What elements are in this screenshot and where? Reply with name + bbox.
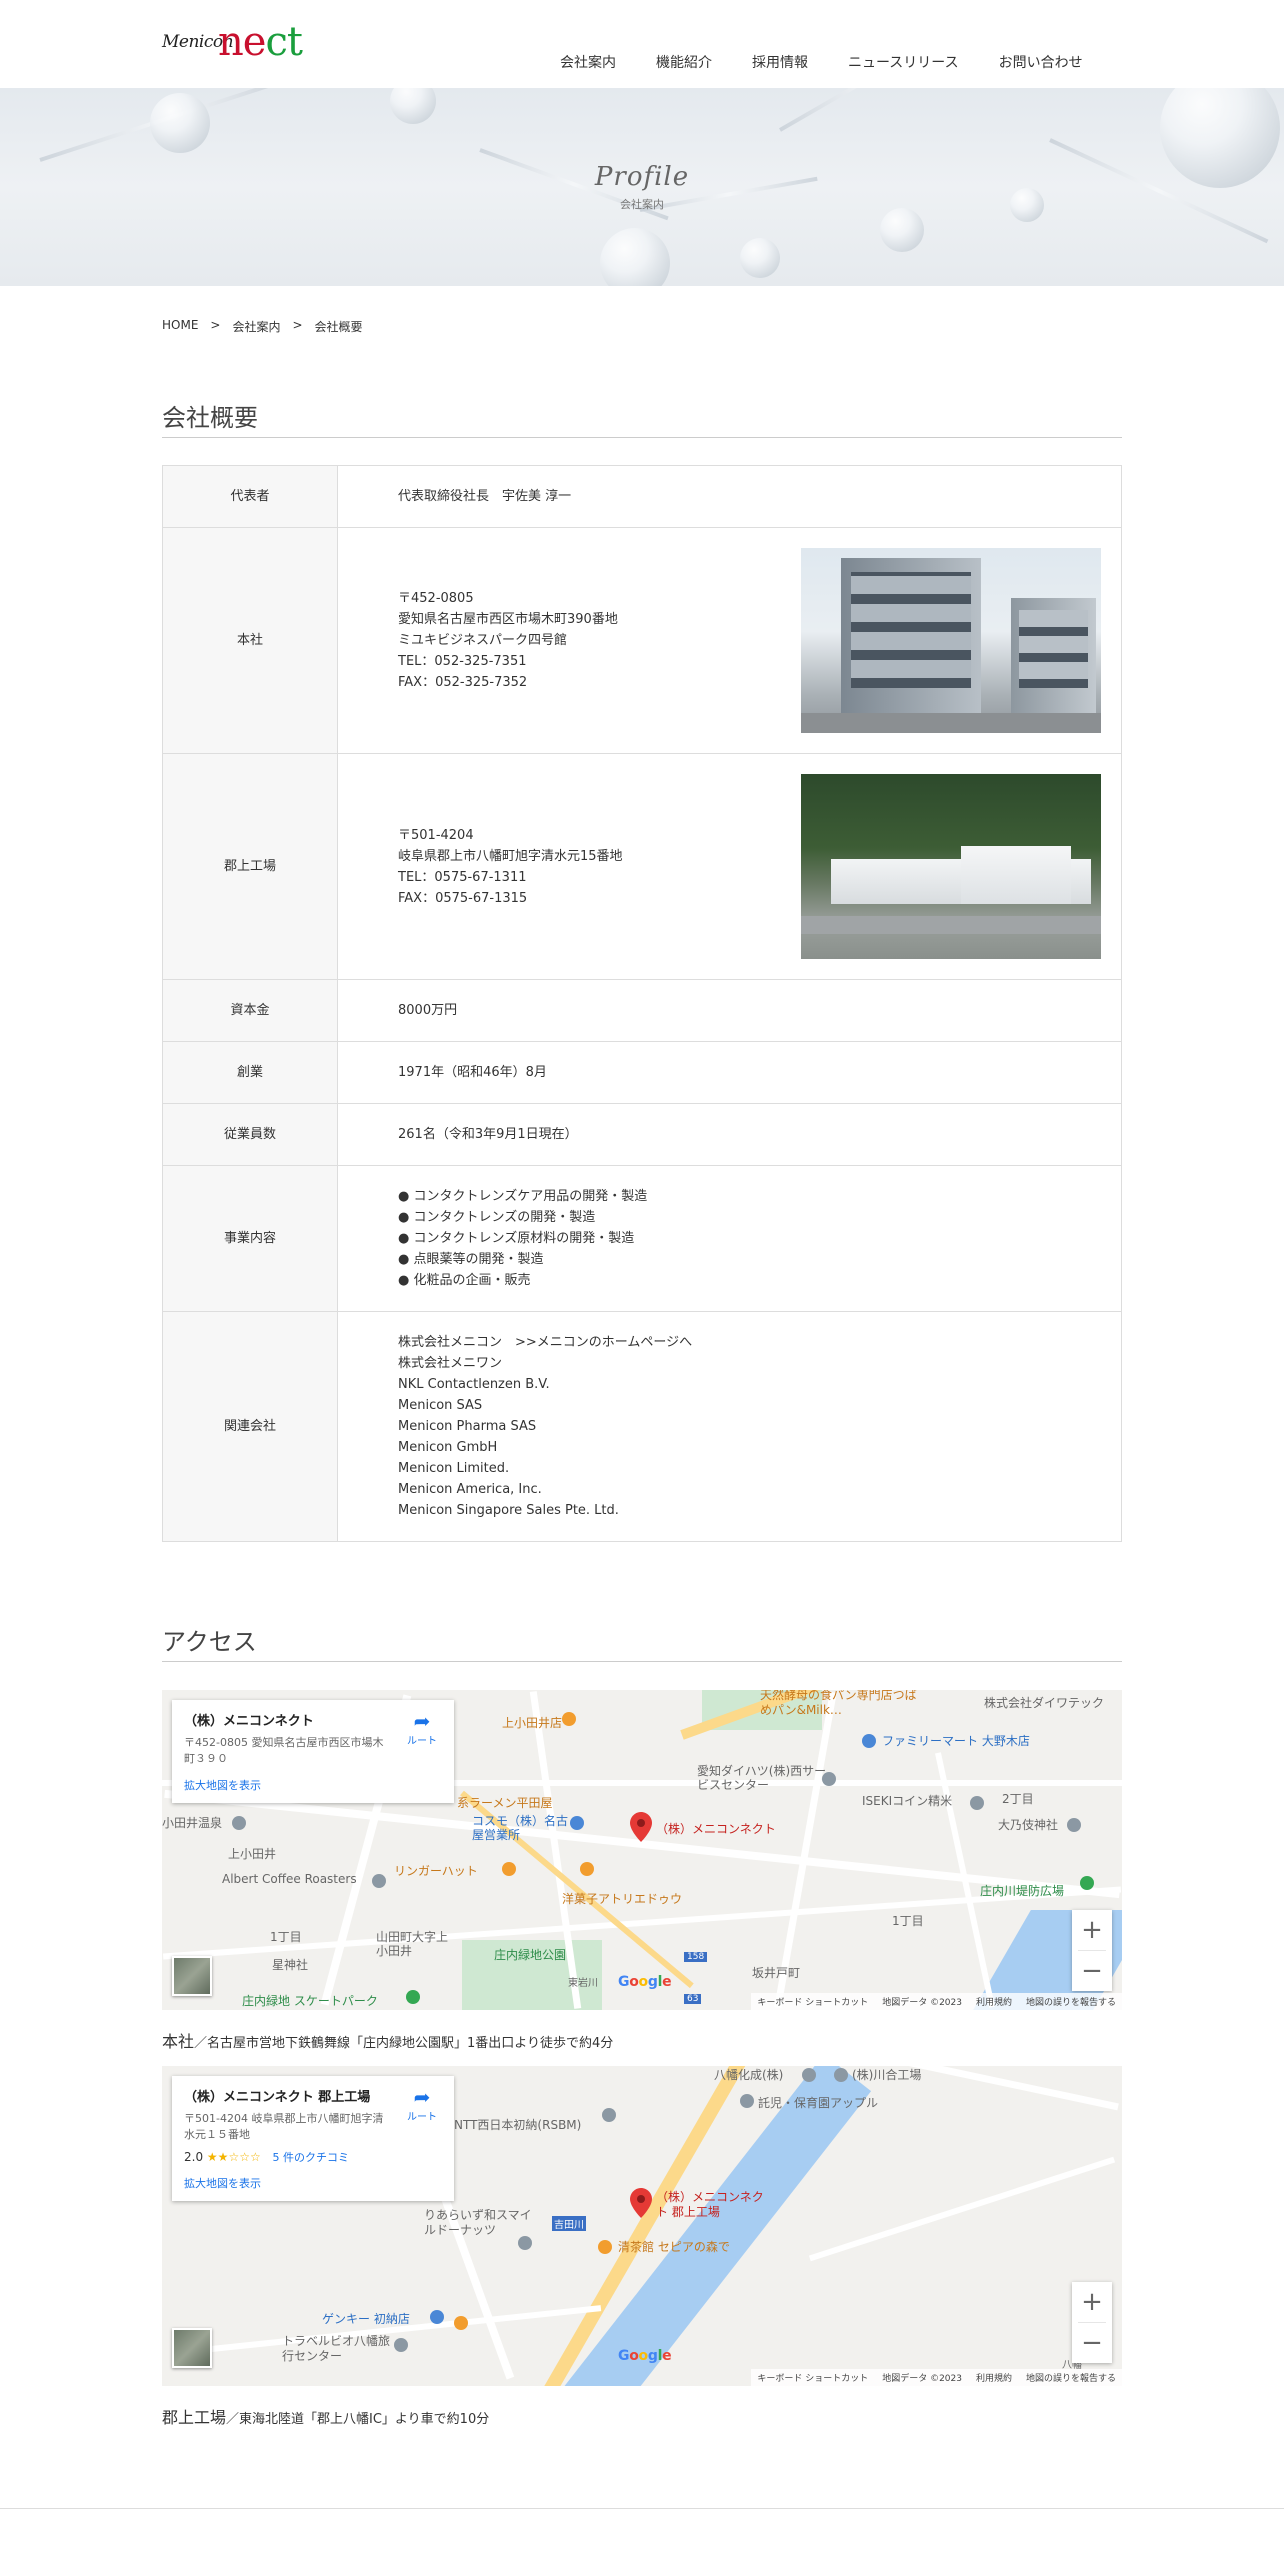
- rating-stars-icon: ★★☆☆☆: [206, 2150, 261, 2164]
- breadcrumb-company[interactable]: 会社案内: [232, 318, 280, 335]
- hero-title: Profile: [594, 162, 690, 192]
- zoom-out-icon[interactable]: −: [1072, 2323, 1112, 2363]
- head-office-photo: [801, 548, 1101, 733]
- keyboard-shortcuts-link[interactable]: キーボード ショートカット: [757, 1995, 868, 2008]
- row-value: 〒452-0805 愛知県名古屋市西区市場木町390番地 ミユキビジネスパーク四…: [337, 527, 1122, 754]
- route-button[interactable]: ➦ ルート: [402, 2086, 442, 2123]
- satellite-toggle-icon[interactable]: [172, 1956, 212, 1996]
- breadcrumb-separator: >: [292, 318, 303, 332]
- row-label: 従業員数: [162, 1103, 338, 1166]
- table-row: 事業内容 ● コンタクトレンズケア用品の開発・製造 ● コンタクトレンズの開発・…: [162, 1165, 1122, 1312]
- nav-company[interactable]: 会社案内: [560, 52, 616, 72]
- logo-nect-text: nect: [218, 19, 303, 65]
- site-header: Menicon nect 会社案内 機能紹介 採用情報 ニュースリリース お問い…: [0, 0, 1284, 88]
- menicon-nect-logo[interactable]: Menicon nect: [162, 22, 372, 74]
- row-label: 郡上工場: [162, 753, 338, 980]
- table-row: 本社 〒452-0805 愛知県名古屋市西区市場木町390番地 ミユキビジネスパ…: [162, 527, 1122, 754]
- reviews-link[interactable]: 5 件のクチコミ: [273, 2151, 350, 2164]
- row-value: 代表取締役社長 宇佐美 淳一: [337, 465, 1122, 528]
- zoom-in-icon[interactable]: +: [1072, 2282, 1112, 2322]
- row-label: 事業内容: [162, 1165, 338, 1312]
- keyboard-shortcuts-link[interactable]: キーボード ショートカット: [757, 2371, 868, 2384]
- map-pin-icon[interactable]: [630, 2188, 652, 2218]
- zoom-out-icon[interactable]: −: [1072, 1951, 1112, 1991]
- map-place-card: （株）メニコンネクト 〒452-0805 愛知県名古屋市西区市場木町３９０ 拡大…: [172, 1700, 454, 1803]
- map-attribution: キーボード ショートカット 地図データ ©2023 利用規約 地図の誤りを報告す…: [751, 2369, 1122, 2386]
- place-address: 〒452-0805 愛知県名古屋市西区市場木町３９０: [184, 1736, 384, 1765]
- row-label: 創業: [162, 1041, 338, 1104]
- nav-recruit[interactable]: 採用情報: [752, 52, 808, 72]
- route-button[interactable]: ➦ ルート: [402, 1710, 442, 1747]
- breadcrumb-separator: >: [210, 318, 221, 332]
- satellite-toggle-icon[interactable]: [172, 2328, 212, 2368]
- gujo-factory-access-caption: 郡上工場／東海北陸道「郡上八幡IC」より車で約10分: [162, 2408, 490, 2427]
- route-icon: ➦: [413, 2085, 431, 2109]
- zoom-in-icon[interactable]: +: [1072, 1910, 1112, 1950]
- view-larger-map-link[interactable]: 拡大地図を表示: [184, 2175, 442, 2191]
- row-label: 関連会社: [162, 1311, 338, 1542]
- place-address: 〒501-4204 岐阜県郡上市八幡町旭字清水元１５番地: [184, 2112, 384, 2141]
- footer-divider: [0, 2508, 1284, 2509]
- gujo-factory-map[interactable]: （株）メニコンネクト 郡上工場 〒501-4204 岐阜県郡上市八幡町旭字清水元…: [162, 2066, 1122, 2386]
- pin-label: （株）メニコンネクト 郡上工場: [656, 2190, 764, 2219]
- view-larger-map-link[interactable]: 拡大地図を表示: [184, 1777, 442, 1793]
- profile-heading: 会社概要: [162, 398, 1122, 438]
- pin-label: （株）メニコンネクト: [656, 1822, 776, 1836]
- table-row: 従業員数 261名（令和3年9月1日現在）: [162, 1103, 1122, 1166]
- head-office-map[interactable]: （株）メニコンネクト 〒452-0805 愛知県名古屋市西区市場木町３９０ 拡大…: [162, 1690, 1122, 2010]
- terms-link[interactable]: 利用規約: [976, 2371, 1012, 2384]
- table-row: 郡上工場 〒501-4204 岐阜県郡上市八幡町旭字清水元15番地 TEL：05…: [162, 753, 1122, 980]
- head-office-access-caption: 本社／名古屋市営地下鉄鶴舞線「庄内緑地公園駅」1番出口より徒歩で約4分: [162, 2032, 614, 2051]
- row-value: 261名（令和3年9月1日現在）: [337, 1103, 1122, 1166]
- main-nav: 会社案内 機能紹介 採用情報 ニュースリリース お問い合わせ: [560, 52, 1123, 72]
- row-value: 〒501-4204 岐阜県郡上市八幡町旭字清水元15番地 TEL：0575-67…: [337, 753, 1122, 980]
- table-row: 創業 1971年（昭和46年）8月: [162, 1041, 1122, 1104]
- zoom-controls: + −: [1072, 1910, 1112, 1991]
- hero-subtitle: 会社案内: [620, 198, 664, 211]
- row-value: 8000万円: [337, 979, 1122, 1042]
- place-rating: 2.0 ★★☆☆☆ 5 件のクチコミ: [184, 2150, 350, 2164]
- google-logo: Google: [618, 2348, 672, 2364]
- breadcrumb-current: 会社概要: [314, 320, 363, 334]
- table-row: 関連会社 株式会社メニコン >>メニコンのホームページへ 株式会社メニワン NK…: [162, 1311, 1122, 1542]
- nav-news[interactable]: ニュースリリース: [848, 52, 959, 72]
- row-value: 1971年（昭和46年）8月: [337, 1041, 1122, 1104]
- report-error-link[interactable]: 地図の誤りを報告する: [1026, 2371, 1116, 2384]
- breadcrumb-home[interactable]: HOME: [162, 318, 198, 335]
- gujo-factory-photo: [801, 774, 1101, 959]
- row-value: ● コンタクトレンズケア用品の開発・製造 ● コンタクトレンズの開発・製造 ● …: [337, 1165, 1122, 1312]
- map-data-text: 地図データ ©2023: [882, 1998, 962, 2008]
- profile-table: 代表者 代表取締役社長 宇佐美 淳一 本社 〒452-0805 愛知県名古屋市西…: [162, 465, 1122, 1542]
- row-label: 本社: [162, 527, 338, 754]
- table-row: 代表者 代表取締役社長 宇佐美 淳一: [162, 465, 1122, 528]
- breadcrumb: HOME > 会社案内 > 会社概要: [162, 318, 363, 335]
- report-error-link[interactable]: 地図の誤りを報告する: [1026, 1995, 1116, 2008]
- google-logo: Google: [618, 1974, 672, 1990]
- access-heading: アクセス: [162, 1622, 1122, 1662]
- nav-contact[interactable]: お問い合わせ: [999, 52, 1083, 72]
- nav-features[interactable]: 機能紹介: [656, 52, 712, 72]
- table-row: 資本金 8000万円: [162, 979, 1122, 1042]
- map-data-text: 地図データ ©2023: [882, 2374, 962, 2384]
- hero-banner: Profile 会社案内: [0, 88, 1284, 286]
- row-value: 株式会社メニコン >>メニコンのホームページへ 株式会社メニワン NKL Con…: [337, 1311, 1122, 1542]
- terms-link[interactable]: 利用規約: [976, 1995, 1012, 2008]
- route-icon: ➦: [413, 1709, 431, 1733]
- map-place-card: （株）メニコンネクト 郡上工場 〒501-4204 岐阜県郡上市八幡町旭字清水元…: [172, 2076, 454, 2201]
- menicon-homepage-link[interactable]: 株式会社メニコン >>メニコンのホームページへ: [398, 1332, 1121, 1353]
- row-label: 資本金: [162, 979, 338, 1042]
- zoom-controls: + −: [1072, 2282, 1112, 2363]
- map-pin-icon[interactable]: [630, 1812, 652, 1842]
- map-attribution: キーボード ショートカット 地図データ ©2023 利用規約 地図の誤りを報告す…: [751, 1993, 1122, 2010]
- row-label: 代表者: [162, 465, 338, 528]
